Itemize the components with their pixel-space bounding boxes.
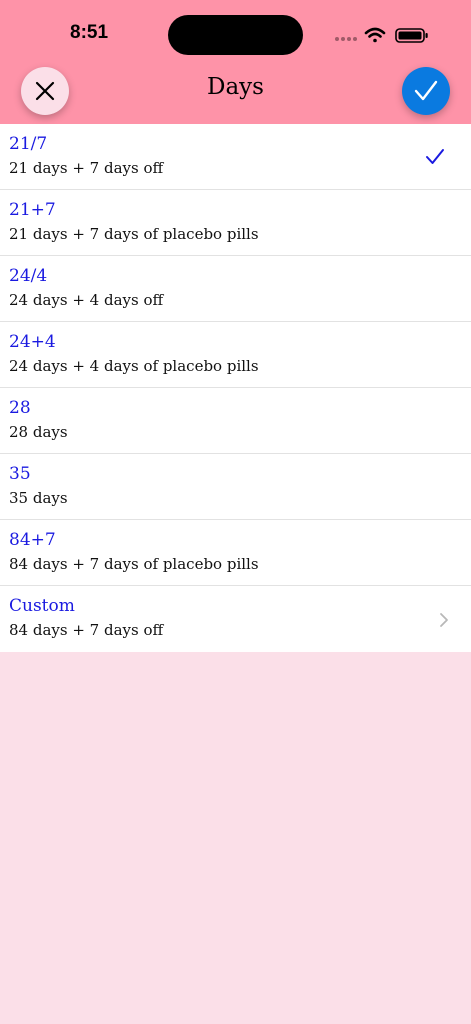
option-row-28[interactable]: 28 28 days (0, 388, 471, 454)
options-list: 21/7 21 days + 7 days off 21+7 21 days +… (0, 124, 471, 652)
option-title: 21/7 (9, 134, 48, 154)
option-row-24-plus-4[interactable]: 24+4 24 days + 4 days of placebo pills (0, 322, 471, 388)
option-subtitle: 21 days + 7 days off (9, 159, 164, 177)
option-subtitle: 84 days + 7 days off (9, 621, 164, 639)
done-button[interactable] (402, 67, 450, 115)
page-title: Days (207, 74, 264, 100)
option-title: 24/4 (9, 266, 48, 286)
option-row-21-plus-7[interactable]: 21+7 21 days + 7 days of placebo pills (0, 190, 471, 256)
option-title: 21+7 (9, 200, 56, 220)
nav-header: 8:51 Days (0, 0, 471, 124)
option-subtitle: 24 days + 4 days off (9, 291, 164, 309)
option-subtitle: 84 days + 7 days of placebo pills (9, 555, 259, 573)
option-row-35[interactable]: 35 35 days (0, 454, 471, 520)
option-title: Custom (9, 596, 75, 616)
option-subtitle: 21 days + 7 days of placebo pills (9, 225, 259, 243)
status-icons (335, 27, 428, 43)
option-title: 84+7 (9, 530, 56, 550)
selected-check-icon (426, 149, 444, 164)
option-title: 28 (9, 398, 31, 418)
option-subtitle: 24 days + 4 days of placebo pills (9, 357, 259, 375)
checkmark-icon (414, 80, 438, 101)
option-title: 24+4 (9, 332, 56, 352)
wifi-icon (364, 27, 386, 43)
option-subtitle: 35 days (9, 489, 68, 507)
option-row-custom[interactable]: Custom 84 days + 7 days off (0, 586, 471, 652)
status-time: 8:51 (70, 22, 109, 43)
option-row-84-plus-7[interactable]: 84+7 84 days + 7 days of placebo pills (0, 520, 471, 586)
battery-icon (395, 28, 428, 43)
dynamic-island (168, 15, 303, 55)
chevron-right-icon (440, 613, 448, 627)
signal-icon (335, 37, 357, 41)
option-row-21-7[interactable]: 21/7 21 days + 7 days off (0, 124, 471, 190)
option-subtitle: 28 days (9, 423, 68, 441)
option-title: 35 (9, 464, 31, 484)
option-row-24-4[interactable]: 24/4 24 days + 4 days off (0, 256, 471, 322)
